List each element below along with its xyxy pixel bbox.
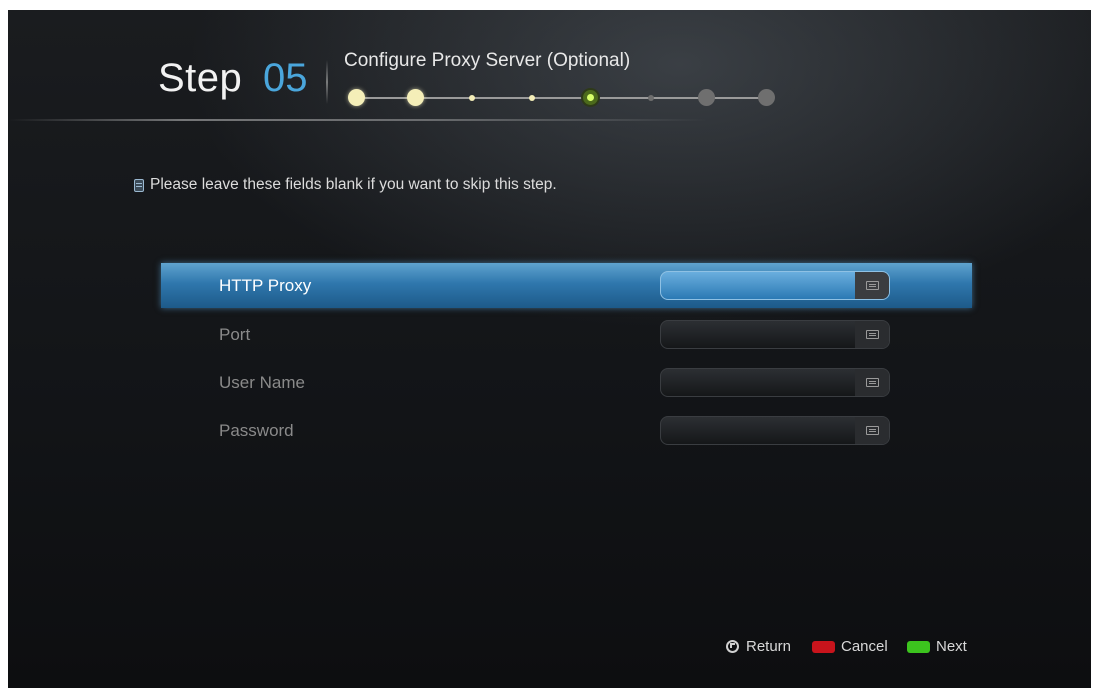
progress-dot-step-5-current: [583, 90, 598, 105]
user-name-label: User Name: [219, 373, 305, 392]
port-label: Port: [219, 325, 251, 344]
red-key-icon: [812, 641, 835, 653]
progress-dot-step-8: [758, 89, 775, 106]
password-input[interactable]: [660, 416, 890, 445]
form-row-http-proxy[interactable]: HTTP Proxy: [161, 263, 972, 308]
http-proxy-label: HTTP Proxy: [219, 276, 312, 295]
step-number: 05: [263, 56, 308, 100]
progress-dot-step-1: [348, 89, 365, 106]
green-key-icon: [907, 641, 930, 653]
keyboard-icon: [866, 378, 879, 387]
port-keyboard-button[interactable]: [855, 321, 889, 348]
cancel-label: Cancel: [841, 638, 888, 655]
password-keyboard-button[interactable]: [855, 417, 889, 444]
password-label: Password: [219, 421, 294, 440]
port-input[interactable]: [660, 320, 890, 349]
form-row-user-name[interactable]: User Name: [161, 360, 972, 405]
user-name-input[interactable]: [660, 368, 890, 397]
info-icon: [134, 179, 144, 192]
keyboard-icon: [866, 330, 879, 339]
progress-dot-step-6: [648, 95, 654, 101]
return-label: Return: [746, 638, 792, 655]
header-separator: [326, 60, 328, 104]
progress-dot-step-2: [407, 89, 424, 106]
next-label: Next: [936, 638, 967, 655]
header-divider: [8, 119, 708, 121]
progress-dot-step-4: [529, 95, 535, 101]
user-name-keyboard-button[interactable]: [855, 369, 889, 396]
return-icon: [726, 640, 739, 653]
progress-dot-step-3: [469, 95, 475, 101]
setup-wizard-screen: Step 05 Configure Proxy Server (Optional…: [8, 10, 1091, 688]
keyboard-icon: [866, 426, 879, 435]
progress-dot-step-7: [698, 89, 715, 106]
form-row-port[interactable]: Port: [161, 312, 972, 357]
http-proxy-input[interactable]: [660, 271, 890, 300]
http-proxy-keyboard-button[interactable]: [855, 272, 889, 299]
page-title: Configure Proxy Server (Optional): [344, 50, 631, 71]
keyboard-icon: [866, 281, 879, 290]
info-message: Please leave these fields blank if you w…: [150, 176, 557, 193]
step-label: Step: [158, 56, 243, 100]
form-row-password[interactable]: Password: [161, 408, 972, 453]
